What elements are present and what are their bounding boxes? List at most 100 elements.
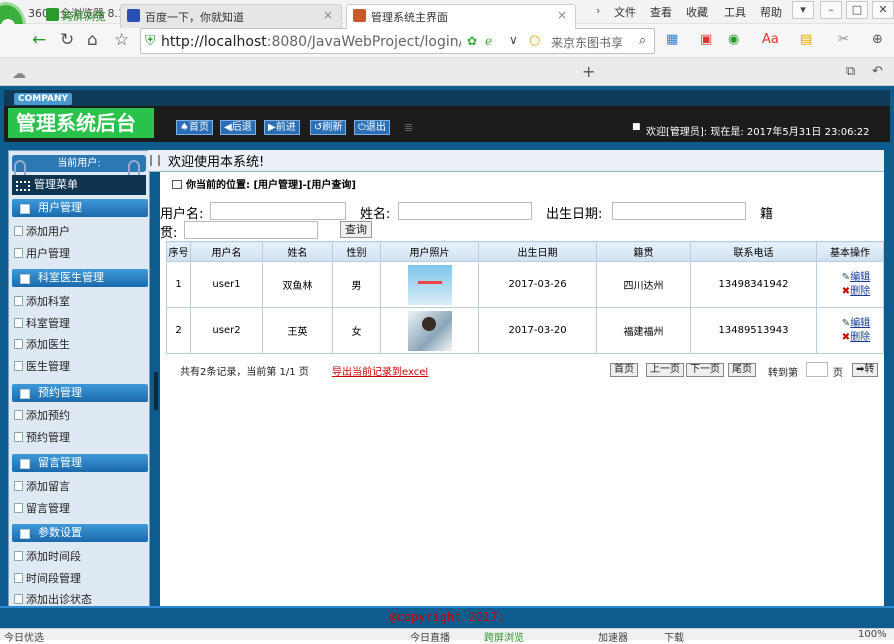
back-icon[interactable]: ←	[32, 30, 46, 50]
sidebar-item-add-timeslot[interactable]: 添加时间段	[14, 548, 81, 564]
translate-icon[interactable]: Aa	[762, 32, 779, 47]
status-left[interactable]: 今日优选	[4, 629, 44, 644]
group-appointment[interactable]: 预约管理	[12, 384, 148, 402]
copyright: @copyright 2017;	[389, 610, 505, 624]
sidebar-item-department-management[interactable]: 科室管理	[14, 315, 70, 331]
undo-close-icon[interactable]: ↶	[872, 64, 883, 79]
sidebar-item-add-user[interactable]: 添加用户	[14, 223, 70, 239]
native-label-part2: 贯:	[160, 226, 178, 241]
username-input[interactable]	[210, 202, 346, 220]
system-title: 管理系统后台	[8, 108, 154, 138]
name-input[interactable]	[398, 202, 532, 220]
close-icon[interactable]: ×	[557, 8, 567, 22]
chevron-down-icon[interactable]: ∨	[509, 33, 518, 47]
tab-cross-screen[interactable]: 跨屏浏览	[38, 4, 116, 28]
refresh-button[interactable]: ↺刷新	[310, 120, 347, 135]
tab-label: 百度一下，你就知道	[145, 11, 244, 24]
mail-icon[interactable]: ▣	[700, 32, 712, 47]
forward-button[interactable]: ▶前进	[264, 120, 300, 135]
cloud-icon[interactable]: ☁	[12, 66, 26, 82]
bookmark-icon[interactable]: ▤	[800, 32, 812, 47]
star-icon[interactable]: ☆	[114, 30, 129, 50]
delete-link[interactable]: 删除	[850, 332, 870, 343]
home-button[interactable]: ♠首页	[176, 120, 213, 135]
sidebar-item-timeslot-management[interactable]: 时间段管理	[14, 570, 81, 586]
cell-native: 福建福州	[596, 307, 691, 354]
skin-icon[interactable]: ▾	[792, 1, 814, 19]
maximize-icon[interactable]: □	[846, 1, 868, 19]
edit-link[interactable]: 编辑	[850, 272, 870, 283]
restore-tab-icon[interactable]: ⧉	[846, 64, 855, 79]
security-icon[interactable]: ◉	[728, 32, 739, 47]
apps-icon[interactable]: ▦	[666, 32, 678, 47]
menu-help[interactable]: 帮助	[760, 4, 782, 20]
edit-link[interactable]: 编辑	[850, 318, 870, 329]
sidebar-item-add-message[interactable]: 添加留言	[14, 478, 70, 494]
chevron-right-icon[interactable]: ›	[596, 4, 600, 17]
search-input[interactable]: 来京东图书享	[551, 34, 623, 51]
table-row: 2 user2 王英 女 2017-03-20 福建福州 13489513943…	[166, 307, 884, 354]
next-page-button[interactable]: 下一页	[686, 363, 724, 377]
back-button[interactable]: ◀后退	[220, 120, 256, 135]
home-icon[interactable]: ⌂	[87, 30, 98, 50]
user-photo	[407, 264, 452, 305]
group-department-doctor[interactable]: 科室医生管理	[12, 269, 148, 287]
close-window-icon[interactable]: ✕	[872, 1, 894, 19]
birth-input[interactable]	[612, 202, 746, 220]
compat-icon[interactable]: ℯ	[485, 34, 492, 48]
tab-admin-main[interactable]: 管理系统主界面 ×	[346, 4, 576, 29]
search-icon[interactable]: ⌕	[639, 33, 646, 48]
menu-tools[interactable]: 工具	[724, 4, 746, 20]
delete-link[interactable]: 删除	[850, 286, 870, 297]
menu-view[interactable]: 查看	[650, 4, 672, 20]
reload-icon[interactable]: ↻	[60, 30, 74, 50]
tab-baidu[interactable]: 百度一下，你就知道 ×	[120, 4, 342, 28]
sidebar-item-user-management[interactable]: 用户管理	[14, 245, 70, 261]
location-icon	[172, 180, 182, 189]
sidebar-item-doctor-management[interactable]: 医生管理	[14, 358, 70, 374]
col-username: 用户名	[190, 241, 263, 262]
status-live[interactable]: 今日直播	[410, 629, 450, 644]
col-gender: 性别	[332, 241, 381, 262]
arrow-left-icon: ◀	[224, 122, 232, 133]
current-user: 当前用户:	[12, 155, 146, 172]
close-icon[interactable]: ×	[323, 8, 333, 22]
gear-icon[interactable]: ✿	[467, 34, 477, 48]
menu-favorites[interactable]: 收藏	[686, 4, 708, 20]
cell-name: 王英	[262, 307, 333, 354]
screenshot-icon[interactable]: ✂	[838, 32, 849, 47]
query-button[interactable]: 查询	[340, 221, 372, 238]
prev-page-button[interactable]: 上一页	[646, 363, 684, 377]
sidebar-item-add-appointment[interactable]: 添加预约	[14, 407, 70, 423]
group-message[interactable]: 留言管理	[12, 454, 148, 472]
sidebar-item-message-management[interactable]: 留言管理	[14, 500, 70, 516]
go-button[interactable]: ➡转	[852, 363, 879, 377]
sidebar-item-add-doctor[interactable]: 添加医生	[14, 336, 70, 352]
sidebar-item-add-visit-status[interactable]: 添加出诊状态	[14, 591, 92, 607]
logout-button[interactable]: ⏻退出	[354, 120, 390, 135]
page-unit-label: 页	[833, 368, 843, 379]
col-no: 序号	[166, 241, 191, 262]
new-tab-icon[interactable]: +	[582, 62, 595, 81]
last-page-button[interactable]: 尾页	[728, 363, 756, 377]
table-header-row: 序号 用户名 姓名 性别 用户照片 出生日期 籍贯 联系电话 基本操作	[166, 241, 884, 262]
menu-file[interactable]: 文件	[614, 4, 636, 20]
sidebar-item-add-department[interactable]: 添加科室	[14, 293, 70, 309]
status-cross-screen[interactable]: 跨屏浏览	[484, 629, 524, 644]
minimize-icon[interactable]: –	[820, 1, 842, 19]
status-accelerator[interactable]: 加速器	[598, 629, 628, 644]
native-input[interactable]	[184, 221, 318, 239]
address-bar[interactable]: ⛨ http://localhost:8080/JavaWebProject/l…	[140, 28, 655, 54]
status-download[interactable]: 下载	[664, 629, 684, 644]
goto-page-input[interactable]	[806, 362, 828, 377]
status-zoom[interactable]: 100%	[858, 629, 887, 640]
cell-no: 1	[166, 261, 191, 308]
zoom-icon[interactable]: ⊕	[872, 32, 883, 47]
group-parameters[interactable]: 参数设置	[12, 524, 148, 542]
export-excel-link[interactable]: 导出当前记录到excel	[332, 363, 428, 378]
group-user-management[interactable]: 用户管理	[12, 199, 148, 217]
search-engine-icon[interactable]: ○	[529, 33, 540, 48]
sidebar-item-appointment-management[interactable]: 预约管理	[14, 429, 70, 445]
first-page-button[interactable]: 首页	[610, 363, 638, 377]
bars-icon	[150, 155, 160, 166]
